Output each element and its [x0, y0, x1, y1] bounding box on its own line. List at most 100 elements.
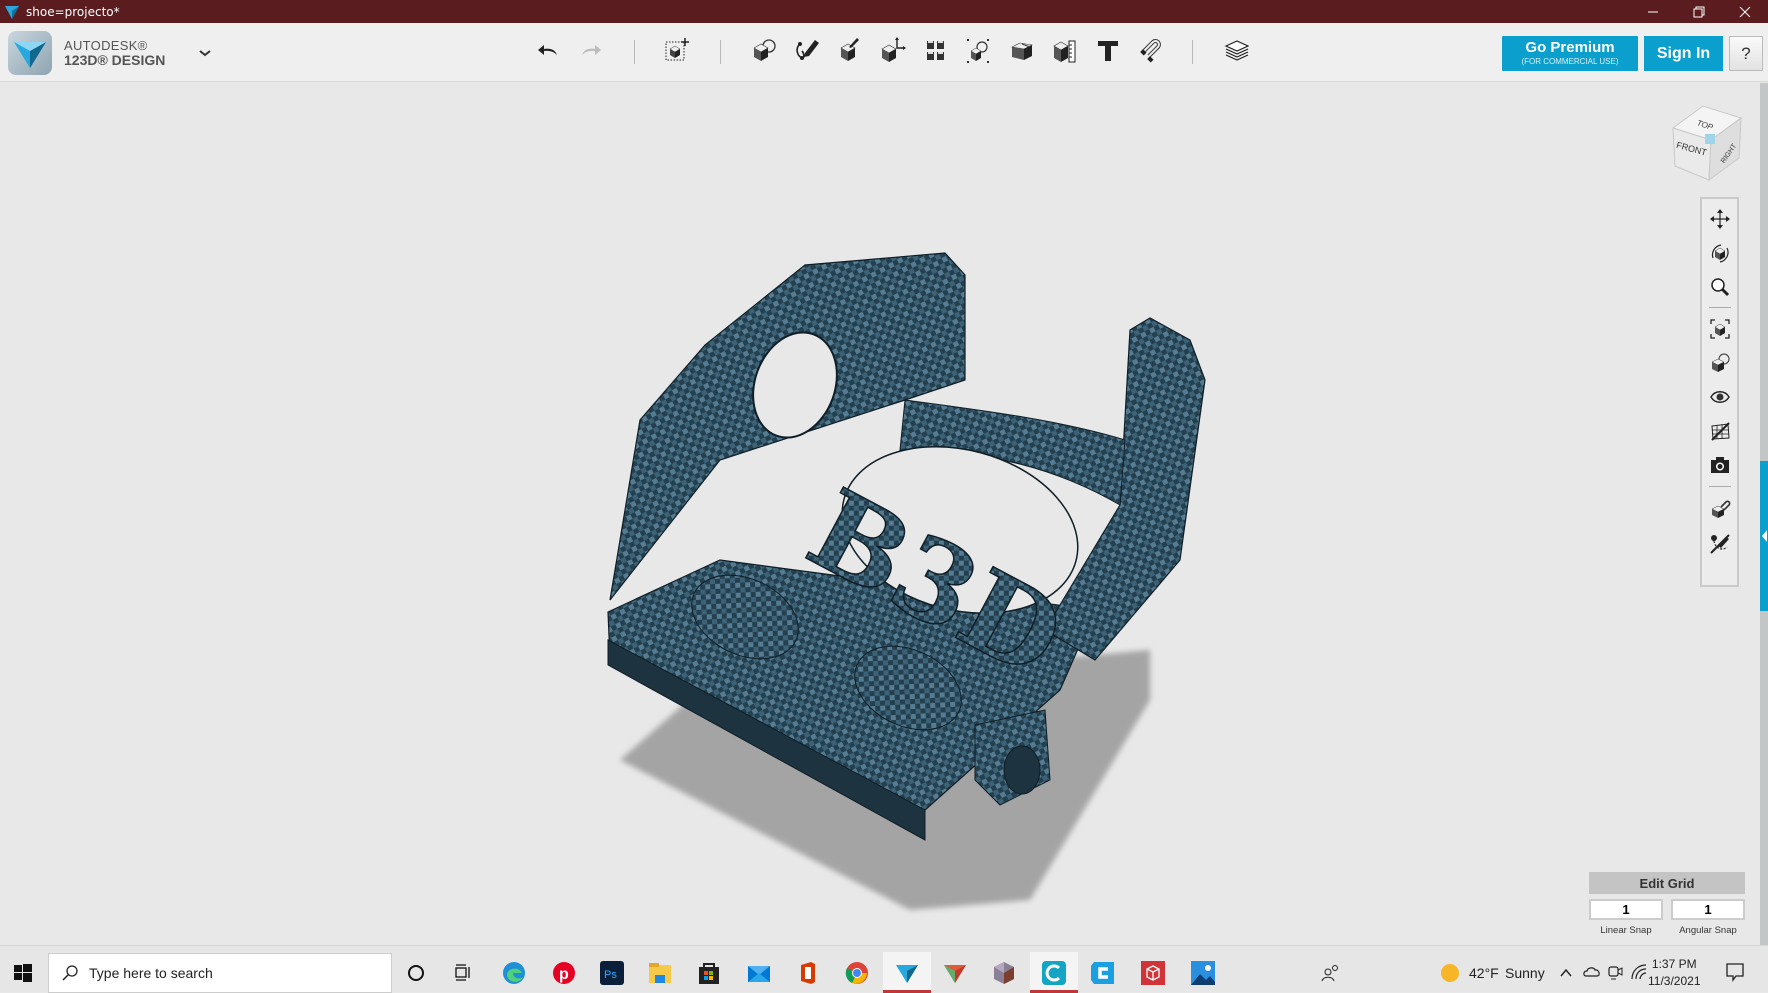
taskbar-app-edge[interactable]	[491, 952, 537, 993]
notifications-icon[interactable]	[1725, 962, 1745, 982]
snap-button[interactable]	[1135, 35, 1167, 67]
side-panel-handle[interactable]	[1760, 83, 1768, 945]
pinterest-icon: p	[553, 961, 575, 984]
3d-viewport[interactable]: B3D	[0, 83, 1760, 945]
material-button[interactable]	[1221, 35, 1253, 67]
text-icon	[1098, 41, 1118, 61]
pan-button[interactable]	[1708, 207, 1732, 231]
chevron-down-icon[interactable]	[197, 46, 213, 60]
taskbar-app-chrome[interactable]	[834, 952, 880, 993]
people-button[interactable]	[1308, 952, 1354, 993]
view-style-button[interactable]	[1708, 351, 1732, 375]
123d-logo-icon	[14, 42, 46, 68]
eye-icon	[1710, 391, 1730, 403]
pattern-button[interactable]	[920, 35, 952, 67]
cortana-button[interactable]	[393, 952, 439, 993]
angular-snap-input[interactable]	[1671, 899, 1745, 920]
taskbar-app-mail[interactable]	[736, 952, 782, 993]
window-title: shoe=projecto*	[26, 4, 120, 19]
windows-taskbar: p Ps 42°F Sunny 1:37 PM 11/3/2021	[0, 945, 1768, 993]
taskbar-app-store[interactable]	[686, 952, 732, 993]
grid-visibility-button[interactable]	[1708, 419, 1732, 443]
navbar-divider	[1709, 307, 1731, 308]
taskbar-app-cura[interactable]	[1030, 952, 1078, 993]
construct-button[interactable]	[834, 35, 866, 67]
grouping-button[interactable]	[963, 35, 995, 67]
help-button[interactable]: ?	[1729, 36, 1763, 71]
clock-time: 1:37 PM	[1651, 957, 1697, 971]
linear-snap-label: Linear Snap	[1600, 925, 1652, 936]
cura-icon	[1042, 960, 1066, 985]
3d-builder-icon	[994, 961, 1014, 984]
app-menu-logo[interactable]	[8, 31, 52, 75]
snapshot-button[interactable]	[1708, 453, 1732, 477]
people-icon	[1321, 964, 1338, 981]
taskbar-search[interactable]	[48, 953, 392, 993]
cortana-icon	[408, 964, 424, 981]
restore-button[interactable]	[1676, 0, 1722, 23]
pan-icon	[1710, 209, 1730, 229]
orbit-button[interactable]	[1708, 241, 1732, 265]
toolbar-divider	[720, 40, 721, 64]
taskbar-app-pinterest[interactable]: p	[541, 952, 587, 993]
view-cube[interactable]: TOP FRONT RIGHT	[1665, 98, 1747, 184]
meet-now-icon[interactable]	[1607, 963, 1623, 981]
chevron-left-icon	[1762, 530, 1767, 542]
taskbar-app-123d-design[interactable]	[883, 952, 931, 993]
start-button[interactable]	[0, 952, 46, 993]
taskbar-search-input[interactable]	[89, 965, 369, 981]
view-style-icon	[1711, 353, 1730, 372]
construct-icon	[840, 38, 859, 61]
side-panel-toggle[interactable]	[1760, 461, 1768, 611]
combine-button[interactable]	[1006, 35, 1038, 67]
model-canvas[interactable]: B3D	[0, 83, 1760, 945]
chevron-up-icon[interactable]	[1559, 966, 1573, 980]
taskbar-app-office[interactable]	[785, 952, 831, 993]
weather-temp[interactable]: 42°F	[1469, 965, 1499, 981]
hide-sketch-button[interactable]	[1708, 532, 1732, 556]
close-button[interactable]	[1722, 0, 1768, 23]
edit-grid-button[interactable]: Edit Grid	[1589, 872, 1745, 894]
taskbar-app-meshmixer[interactable]	[932, 952, 978, 993]
camera-icon	[1711, 457, 1729, 473]
taskbar-app-3d-viewer[interactable]	[1130, 952, 1176, 993]
orbit-icon	[1711, 244, 1729, 263]
taskbar-app-photoshop[interactable]: Ps	[589, 952, 635, 993]
meshmixer-icon	[944, 964, 966, 983]
onedrive-icon[interactable]	[1583, 964, 1601, 980]
modify-button[interactable]	[877, 35, 909, 67]
primitives-icon	[753, 39, 776, 61]
task-view-button[interactable]	[440, 952, 486, 993]
minimize-button[interactable]	[1630, 0, 1676, 23]
main-toolbar: AUTODESK® 123D® DESIGN Go Premium (FOR C…	[0, 23, 1768, 82]
sketch-icon	[796, 40, 819, 60]
taskbar-app-photos[interactable]	[1180, 952, 1226, 993]
navbar-divider	[1709, 486, 1731, 487]
measure-button[interactable]	[1049, 35, 1081, 67]
window-titlebar: shoe=projecto*	[0, 0, 1768, 23]
taskbar-clock[interactable]: 1:37 PM 11/3/2021	[1648, 956, 1701, 990]
123d-design-icon	[896, 964, 918, 983]
sign-in-button[interactable]: Sign In	[1644, 36, 1723, 71]
toolbar-divider	[1192, 40, 1193, 64]
fit-view-button[interactable]	[1708, 317, 1732, 341]
sketch-button[interactable]	[791, 35, 823, 67]
wifi-icon[interactable]	[1630, 963, 1648, 981]
redo-button[interactable]	[574, 35, 606, 67]
transform-button[interactable]	[662, 35, 694, 67]
hide-sketch-icon	[1710, 534, 1730, 554]
materials-button[interactable]	[1708, 497, 1732, 521]
weather-desc[interactable]: Sunny	[1505, 965, 1545, 981]
zoom-button[interactable]	[1708, 275, 1732, 299]
primitives-button[interactable]	[748, 35, 780, 67]
taskbar-app-3d-builder[interactable]	[981, 952, 1027, 993]
mail-icon	[748, 965, 770, 982]
visibility-button[interactable]	[1708, 385, 1732, 409]
svg-text:Ps: Ps	[604, 969, 617, 981]
undo-button[interactable]	[533, 35, 565, 67]
taskbar-app-file-explorer[interactable]	[637, 952, 683, 993]
taskbar-app-creality[interactable]	[1080, 952, 1126, 993]
go-premium-button[interactable]: Go Premium (FOR COMMERCIAL USE)	[1502, 36, 1638, 71]
linear-snap-input[interactable]	[1589, 899, 1663, 920]
text-button[interactable]	[1092, 35, 1124, 67]
